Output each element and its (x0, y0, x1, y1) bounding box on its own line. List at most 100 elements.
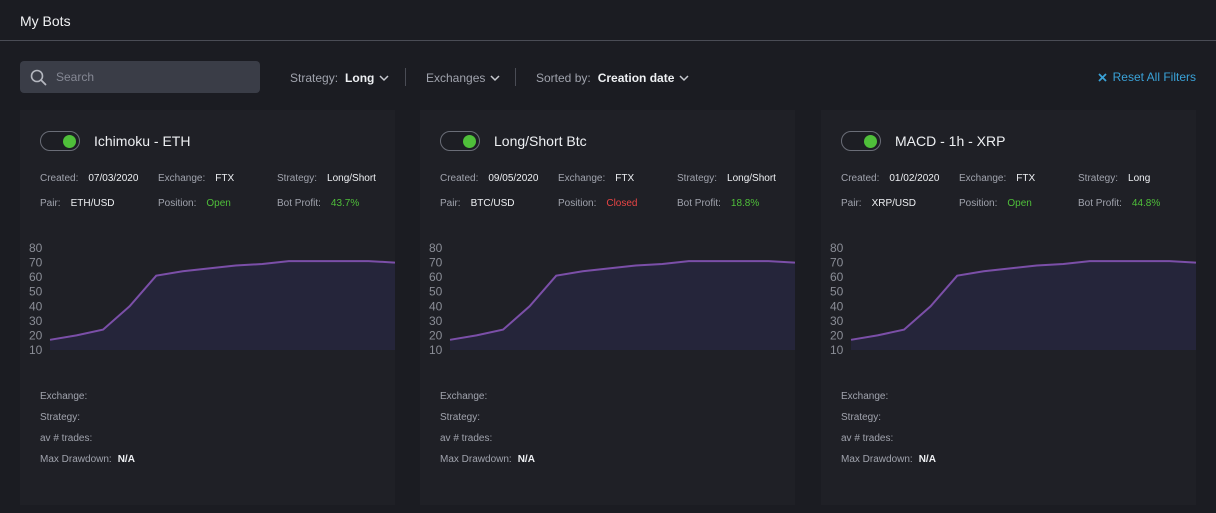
profit-chart: 8070605040302010 (429, 241, 795, 356)
stat-label: Max Drawdown: (440, 454, 512, 465)
exchange-label: Exchange: (158, 173, 206, 184)
profit-label: Bot Profit: (1078, 198, 1122, 209)
strategy-value: Long/Short (727, 173, 776, 184)
bot-card[interactable]: Ichimoku - ETH Created: 07/03/2020 Exchan… (20, 110, 395, 505)
y-tick-label: 10 (29, 343, 43, 356)
profit-info: Bot Profit: 44.8% (1078, 198, 1160, 209)
stat-exchange: Exchange: (841, 391, 894, 402)
pair-info: Pair: XRP/USD (841, 198, 916, 209)
exchange-info: Exchange: FTX (959, 173, 1035, 184)
exchange-label: Exchange: (959, 173, 1007, 184)
y-tick-label: 20 (29, 328, 43, 342)
created-value: 07/03/2020 (88, 173, 139, 184)
exchanges-filter[interactable]: Exchanges (426, 70, 500, 86)
stat-strategy: Strategy: (440, 412, 486, 423)
filter-divider (515, 68, 516, 86)
reset-filters-button[interactable]: Reset All Filters (1098, 70, 1196, 84)
stat-label: av # trades: (841, 433, 894, 444)
position-label: Position: (158, 198, 197, 209)
stat-label: av # trades: (40, 433, 93, 444)
strategy-info: Strategy: Long (1078, 173, 1150, 184)
stat-value: N/A (117, 454, 135, 465)
pair-info: Pair: BTC/USD (440, 198, 514, 209)
stat-label: Strategy: (440, 412, 481, 423)
stat-max-drawdown: Max Drawdown: N/A (40, 454, 135, 465)
chart-area (450, 261, 795, 350)
strategy-filter-value: Long (345, 71, 375, 85)
y-tick-label: 40 (830, 299, 844, 313)
stat-value: N/A (918, 454, 936, 465)
y-tick-label: 10 (429, 343, 443, 356)
profit-chart: 8070605040302010 (29, 241, 395, 356)
search-box[interactable] (20, 61, 260, 93)
stat-exchange: Exchange: (440, 391, 493, 402)
pair-value: ETH/USD (70, 198, 115, 209)
position-label: Position: (558, 198, 597, 209)
stat-exchange: Exchange: (40, 391, 93, 402)
y-tick-label: 50 (429, 285, 443, 299)
created-value: 01/02/2020 (889, 173, 940, 184)
bot-enable-toggle[interactable] (40, 131, 80, 151)
pair-label: Pair: (841, 198, 862, 209)
profit-label: Bot Profit: (277, 198, 321, 209)
bot-card[interactable]: MACD - 1h - XRP Created: 01/02/2020 Excha… (821, 110, 1196, 505)
top-bar: My Bots (0, 0, 1216, 41)
y-tick-label: 70 (429, 256, 443, 270)
strategy-filter[interactable]: Strategy: Long (290, 70, 389, 86)
stat-avg-trades: av # trades: (841, 433, 899, 444)
y-tick-label: 30 (429, 314, 443, 328)
position-label: Position: (959, 198, 998, 209)
y-tick-label: 60 (429, 270, 443, 284)
chevron-down-icon (679, 74, 689, 81)
stat-max-drawdown: Max Drawdown: N/A (440, 454, 535, 465)
pair-label: Pair: (440, 198, 461, 209)
bot-enable-toggle[interactable] (841, 131, 881, 151)
created-info: Created: 09/05/2020 (440, 173, 538, 184)
position-info: Position: Closed (558, 198, 638, 209)
stat-avg-trades: av # trades: (440, 433, 498, 444)
chart-area (50, 261, 395, 350)
y-tick-label: 20 (429, 328, 443, 342)
reset-filters-label: Reset All Filters (1112, 70, 1196, 84)
page-title: My Bots (20, 13, 71, 29)
chevron-down-icon (379, 74, 389, 81)
pair-info: Pair: ETH/USD (40, 198, 114, 209)
position-value: Open (206, 198, 231, 209)
stat-strategy: Strategy: (841, 412, 887, 423)
strategy-filter-label: Strategy: (290, 71, 339, 85)
chart-area (851, 261, 1196, 350)
stat-label: av # trades: (440, 433, 493, 444)
close-icon (1098, 72, 1107, 82)
stat-label: Exchange: (440, 391, 488, 402)
exchanges-filter-label: Exchanges (426, 71, 486, 85)
y-tick-label: 20 (830, 328, 844, 342)
created-label: Created: (841, 173, 880, 184)
bot-name: MACD - 1h - XRP (895, 133, 1006, 149)
stat-label: Exchange: (40, 391, 88, 402)
stat-label: Strategy: (40, 412, 81, 423)
position-value: Open (1007, 198, 1032, 209)
y-tick-label: 50 (830, 285, 844, 299)
profit-label: Bot Profit: (677, 198, 721, 209)
toggle-knob (864, 135, 877, 148)
stat-value: N/A (517, 454, 535, 465)
bot-card[interactable]: Long/Short Btc Created: 09/05/2020 Exchan… (420, 110, 795, 505)
profit-value: 43.7% (330, 198, 360, 209)
y-tick-label: 60 (29, 270, 43, 284)
sort-filter[interactable]: Sorted by: Creation date (536, 70, 689, 86)
toggle-knob (63, 135, 76, 148)
strategy-info: Strategy: Long/Short (677, 173, 776, 184)
search-input[interactable] (56, 61, 252, 93)
bot-name: Long/Short Btc (494, 133, 587, 149)
sort-filter-label: Sorted by: (536, 71, 591, 85)
toggle-knob (463, 135, 476, 148)
profit-info: Bot Profit: 43.7% (277, 198, 359, 209)
created-label: Created: (440, 173, 479, 184)
bot-enable-toggle[interactable] (440, 131, 480, 151)
profit-value: 44.8% (1131, 198, 1161, 209)
stat-label: Max Drawdown: (841, 454, 913, 465)
exchange-info: Exchange: FTX (558, 173, 634, 184)
created-value: 09/05/2020 (488, 173, 539, 184)
y-tick-label: 60 (830, 270, 844, 284)
y-tick-label: 50 (29, 285, 43, 299)
